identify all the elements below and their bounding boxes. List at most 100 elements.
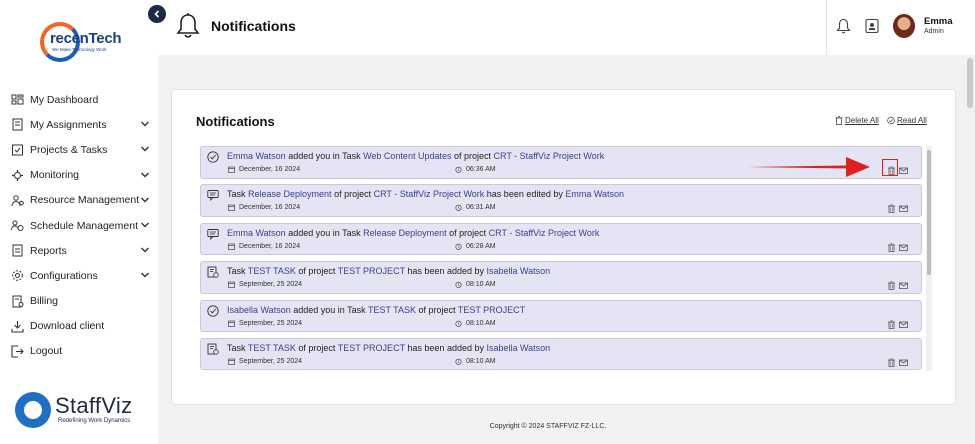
chevron-down-icon[interactable] <box>140 144 150 154</box>
delete-notification-trash-icon[interactable] <box>887 204 896 214</box>
notification-link[interactable]: Isabella Watson <box>227 305 291 315</box>
delete-notification-trash-icon[interactable] <box>887 243 896 252</box>
delete-notification-trash-icon[interactable] <box>887 358 896 367</box>
delete-notification-trash-icon[interactable] <box>887 166 896 175</box>
page-scrollbar[interactable] <box>966 56 974 444</box>
mark-read-envelope-icon[interactable] <box>899 281 908 290</box>
user-role: Admin <box>924 28 944 35</box>
notification-link[interactable]: Web Content Updates <box>363 151 451 161</box>
notification-link[interactable]: Emma Watson <box>227 228 286 238</box>
sidebar-item-label: My Assignments <box>30 118 107 131</box>
sidebar-item-logout[interactable]: Logout <box>0 339 158 364</box>
notification-link[interactable]: Isabella Watson <box>486 343 550 353</box>
notification-link[interactable]: Release Deployment <box>248 189 332 199</box>
mark-read-envelope-icon[interactable] <box>899 243 908 252</box>
sidebar-item-my-assignments[interactable]: My Assignments <box>0 112 158 137</box>
sidebar-item-reports[interactable]: Reports <box>0 238 158 263</box>
user-name[interactable]: Emma <box>924 16 953 27</box>
notification-link[interactable]: Emma Watson <box>565 189 624 199</box>
date-text: December, 16 2024 <box>239 204 301 212</box>
assignments-icon <box>10 118 24 132</box>
notification-date: December, 16 2024 <box>228 166 300 173</box>
sidebar-item-label: Resource Management <box>30 194 140 207</box>
sidebar-item-projects-tasks[interactable]: Projects & Tasks <box>0 137 158 162</box>
schedule-icon <box>10 219 24 233</box>
notification-link[interactable]: TEST PROJECT <box>338 343 405 353</box>
sidebar-item-configurations[interactable]: Configurations <box>0 263 158 288</box>
notification-link[interactable]: TEST PROJECT <box>458 305 525 315</box>
id-badge-icon[interactable] <box>865 18 879 34</box>
notification-item[interactable]: Task TEST TASK of project TEST PROJECT h… <box>200 337 922 371</box>
date-text: September, 25 2024 <box>239 319 303 327</box>
notification-item[interactable]: Task Release Deployment of project CRT -… <box>200 184 922 217</box>
notification-link[interactable]: TEST TASK <box>368 305 416 315</box>
sidebar-item-my-dashboard[interactable]: My Dashboard <box>0 87 158 112</box>
time-text: 08:10 AM <box>466 281 496 289</box>
notification-text-part: added you in Task <box>285 227 364 238</box>
notification-link[interactable]: Release Deployment <box>363 228 447 238</box>
chevron-down-icon[interactable] <box>140 170 150 180</box>
notification-date: September, 25 2024 <box>228 358 302 365</box>
delete-all-button[interactable]: Delete All <box>835 116 879 125</box>
list-scrollbar[interactable] <box>926 146 932 371</box>
chevron-down-icon[interactable] <box>140 270 150 280</box>
delete-notification-trash-icon[interactable] <box>887 281 896 290</box>
top-header: Notifications Emma Admin <box>158 0 975 55</box>
notification-message: Isabella Watson added you in Task TEST T… <box>227 305 525 315</box>
date-text: September, 25 2024 <box>239 357 303 365</box>
sidebar-item-resource-management[interactable]: Resource Management <box>0 188 158 213</box>
notification-date: September, 25 2024 <box>228 281 302 288</box>
mark-read-envelope-icon[interactable] <box>899 204 908 213</box>
mark-read-envelope-icon[interactable] <box>899 320 908 329</box>
list-scroll-thumb[interactable] <box>927 150 931 275</box>
message-icon <box>207 228 219 240</box>
projects-icon <box>10 143 24 157</box>
notification-text-part: Task <box>227 342 248 353</box>
notification-item[interactable]: Emma Watson added you in Task Release De… <box>200 222 922 256</box>
time-text: 06:28 AM <box>466 242 496 250</box>
read-all-button[interactable]: Read All <box>887 116 927 125</box>
sidebar-item-monitoring[interactable]: Monitoring <box>0 163 158 188</box>
notification-text-part: added you in Task <box>290 304 368 315</box>
chevron-left-icon <box>154 10 160 18</box>
user-avatar[interactable] <box>893 14 915 38</box>
sidebar-collapse-button[interactable] <box>148 5 166 23</box>
page-title: Notifications <box>211 18 296 34</box>
notification-link[interactable]: CRT - StaffViz Project Work <box>374 189 485 199</box>
check-circle-icon <box>207 304 219 317</box>
chevron-down-icon[interactable] <box>140 195 150 205</box>
notification-link[interactable]: CRT - StaffViz Project Work <box>494 151 605 161</box>
page-scroll-thumb[interactable] <box>967 58 973 108</box>
notification-date: December, 16 2024 <box>228 243 300 250</box>
notification-link[interactable]: TEST TASK <box>248 343 296 353</box>
notification-link[interactable]: Emma Watson <box>227 151 286 161</box>
mark-read-envelope-icon[interactable] <box>899 166 908 175</box>
notification-link[interactable]: Isabella Watson <box>486 266 550 276</box>
notification-bell-icon[interactable] <box>836 18 851 34</box>
read-all-label: Read All <box>897 116 927 125</box>
sidebar-item-schedule-management[interactable]: Schedule Management <box>0 213 158 238</box>
sidebar-item-download-client[interactable]: Download client <box>0 314 158 339</box>
notification-item[interactable]: Isabella Watson added you in Task TEST T… <box>200 299 922 333</box>
date-text: December, 16 2024 <box>239 242 301 250</box>
notification-item[interactable]: Task TEST TASK of project TEST PROJECT h… <box>200 261 922 294</box>
notification-text-part: Task <box>227 189 249 200</box>
chevron-down-icon[interactable] <box>140 119 150 129</box>
notification-link[interactable]: CRT - StaffViz Project Work <box>489 228 600 238</box>
delete-notification-trash-icon[interactable] <box>887 319 896 329</box>
mark-read-envelope-icon[interactable] <box>899 358 908 367</box>
sidebar-item-billing[interactable]: Billing <box>0 289 158 314</box>
chevron-down-icon[interactable] <box>140 220 150 230</box>
notification-link[interactable]: TEST TASK <box>248 266 296 276</box>
notification-link[interactable]: TEST PROJECT <box>338 266 405 276</box>
notification-text-part: has been added by <box>404 342 487 353</box>
alarm-clock-icon <box>455 166 462 173</box>
sidebar-item-label: Download client <box>30 320 105 333</box>
calendar-icon <box>228 243 235 250</box>
calendar-icon <box>228 281 235 289</box>
sidebar: recenTech We Make Technology Work My Das… <box>0 0 158 444</box>
chevron-down-icon[interactable] <box>140 245 150 255</box>
calendar-icon <box>228 320 235 327</box>
notification-text-part: of project <box>295 342 338 353</box>
alarm-clock-icon <box>455 358 462 365</box>
